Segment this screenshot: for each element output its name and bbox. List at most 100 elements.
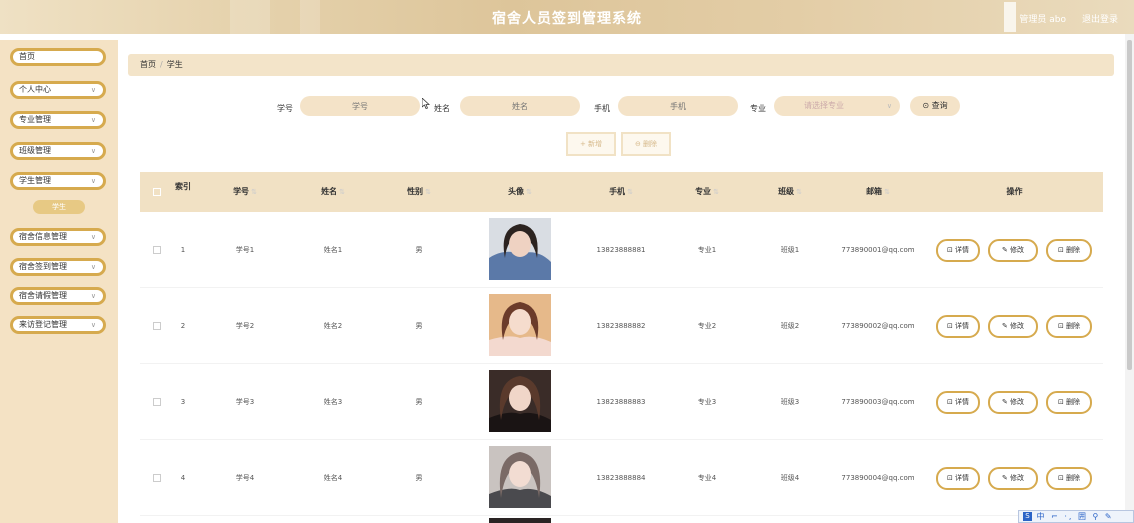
chevron-down-icon: ∨ [90, 86, 96, 94]
chevron-down-icon: ∨ [90, 233, 96, 241]
ime-toolbar[interactable]: S 中 ⌐ ·, 囲 ⚲ ✎ [1018, 510, 1134, 523]
detail-button[interactable]: ⊡ 详情 [936, 467, 980, 490]
sidebar-item-label: 首页 [19, 52, 35, 61]
cell-phone: 13823888884 [596, 474, 646, 482]
cell-phone: 13823888881 [596, 246, 646, 254]
vertical-scrollbar[interactable] [1125, 34, 1134, 523]
delete-button[interactable]: ⊡ 删除 [1046, 391, 1092, 414]
delete-button[interactable]: ⊡ 删除 [1046, 239, 1092, 262]
row-checkbox[interactable] [153, 322, 161, 330]
app-title: 宿舍人员签到管理系统 [492, 11, 642, 27]
col-email[interactable]: 邮箱 ⇅ [830, 172, 926, 212]
sidebar-item-label: 个人中心 [19, 85, 51, 94]
sidebar-item-dorm-leave[interactable]: 宿舍请假管理 ∨ [10, 287, 106, 305]
edit-button[interactable]: ✎ 修改 [988, 391, 1038, 414]
col-gender[interactable]: 性别 ⇅ [376, 172, 462, 212]
cell-student-no: 学号2 [235, 322, 255, 330]
sidebar-item-label: 学生管理 [19, 176, 51, 185]
avatar[interactable] [489, 370, 551, 432]
phone-input[interactable] [618, 96, 738, 116]
sort-icon: ⇅ [425, 188, 431, 196]
name-input[interactable] [460, 96, 580, 116]
table-row: 3 学号3 姓名3 男 13823888883 专业3 班级3 77389000… [140, 364, 1103, 440]
sidebar-item-student[interactable]: 学生管理 ∨ [10, 172, 106, 190]
breadcrumb-current: 学生 [166, 60, 183, 69]
select-all-checkbox[interactable] [153, 188, 161, 196]
chevron-down-icon: ∨ [90, 147, 96, 155]
cell-name: 姓名4 [323, 474, 343, 482]
cell-class: 班级4 [780, 474, 800, 482]
col-class-label: 班级 [778, 187, 795, 196]
avatar[interactable] [489, 294, 551, 356]
cell-name: 姓名1 [323, 246, 343, 254]
sidebar-subitem-student[interactable]: 学生 [33, 200, 85, 214]
mouse-cursor-icon [422, 98, 430, 109]
sort-icon: ⇅ [627, 188, 633, 196]
query-button[interactable]: ⊙ 查询 [910, 96, 960, 116]
detail-button[interactable]: ⊡ 详情 [936, 239, 980, 262]
sidebar-item-visitor[interactable]: 来访登记管理 ∨ [10, 316, 106, 334]
edit-button[interactable]: ✎ 修改 [988, 315, 1038, 338]
logout-link[interactable]: 退出登录 [1082, 12, 1118, 25]
chevron-down-icon: ∨ [90, 263, 96, 271]
edit-button[interactable]: ✎ 修改 [988, 467, 1038, 490]
sidebar-item-dorm-info[interactable]: 宿舍信息管理 ∨ [10, 228, 106, 246]
avatar[interactable] [489, 446, 551, 508]
major-select[interactable]: 请选择专业 ∨ [774, 96, 900, 116]
breadcrumb-separator: / [160, 60, 163, 69]
col-major[interactable]: 专业 ⇅ [664, 172, 750, 212]
cell-index: 3 [180, 398, 186, 406]
row-checkbox[interactable] [153, 246, 161, 254]
table-row: 1 学号1 姓名1 男 13823888881 专业1 班级1 77389000… [140, 212, 1103, 288]
col-class[interactable]: 班级 ⇅ [750, 172, 830, 212]
add-button[interactable]: + 新增 [566, 132, 616, 156]
sidebar-item-home[interactable]: 首页 [10, 48, 106, 66]
sort-icon: ⇅ [526, 188, 532, 196]
phone-label: 手机 [594, 104, 610, 113]
batch-delete-button[interactable]: ⊖ 删除 [621, 132, 671, 156]
cell-student-no: 学号3 [235, 398, 255, 406]
col-operations: 操作 [1006, 187, 1023, 196]
major-label: 专业 [750, 104, 766, 113]
edit-button[interactable]: ✎ 修改 [988, 239, 1038, 262]
avatar[interactable] [489, 218, 551, 280]
col-phone-label: 手机 [609, 187, 626, 196]
detail-button[interactable]: ⊡ 详情 [936, 315, 980, 338]
detail-button[interactable]: ⊡ 详情 [936, 391, 980, 414]
sidebar-item-dorm-checkin[interactable]: 宿舍签到管理 ∨ [10, 258, 106, 276]
cell-name: 姓名3 [323, 398, 343, 406]
sidebar-item-class[interactable]: 班级管理 ∨ [10, 142, 106, 160]
col-index: 索引 [175, 182, 191, 191]
sidebar-item-major[interactable]: 专业管理 ∨ [10, 111, 106, 129]
col-student-no[interactable]: 学号 ⇅ [200, 172, 290, 212]
sidebar-item-personal-center[interactable]: 个人中心 ∨ [10, 81, 106, 99]
row-checkbox[interactable] [153, 474, 161, 482]
row-checkbox[interactable] [153, 398, 161, 406]
table-row: 4 学号4 姓名4 男 13823888884 专业4 班级4 77389000… [140, 440, 1103, 516]
col-student-no-label: 学号 [233, 187, 250, 196]
student-no-input[interactable] [300, 96, 420, 116]
ime-logo-icon: S [1023, 512, 1032, 521]
col-phone[interactable]: 手机 ⇅ [578, 172, 664, 212]
chevron-down-icon: ∨ [90, 292, 96, 300]
cell-gender: 男 [415, 398, 423, 406]
cell-student-no: 学号4 [235, 474, 255, 482]
delete-button[interactable]: ⊡ 删除 [1046, 315, 1092, 338]
chevron-down-icon: ∨ [90, 116, 96, 124]
student-no-label: 学号 [277, 104, 293, 113]
cell-major: 专业2 [697, 322, 717, 330]
scrollbar-thumb[interactable] [1127, 40, 1132, 370]
sort-icon: ⇅ [339, 188, 345, 196]
user-avatar [1004, 2, 1016, 32]
delete-button[interactable]: ⊡ 删除 [1046, 467, 1092, 490]
top-bar: 宿舍人员签到管理系统 管理员 abo 退出登录 [0, 0, 1134, 34]
cell-email: 773890001@qq.com [841, 246, 915, 254]
col-gender-label: 性别 [407, 187, 424, 196]
chevron-down-icon: ∨ [90, 321, 96, 329]
sort-icon: ⇅ [251, 188, 257, 196]
col-name[interactable]: 姓名 ⇅ [290, 172, 376, 212]
col-avatar[interactable]: 头像 ⇅ [462, 172, 578, 212]
cell-gender: 男 [415, 474, 423, 482]
table-header: 索引 学号 ⇅ 姓名 ⇅ 性别 ⇅ 头像 ⇅ 手机 ⇅ 专业 ⇅ 班级 ⇅ 邮箱 ⇅ 操作 [140, 172, 1103, 212]
breadcrumb-home[interactable]: 首页 [140, 60, 156, 69]
